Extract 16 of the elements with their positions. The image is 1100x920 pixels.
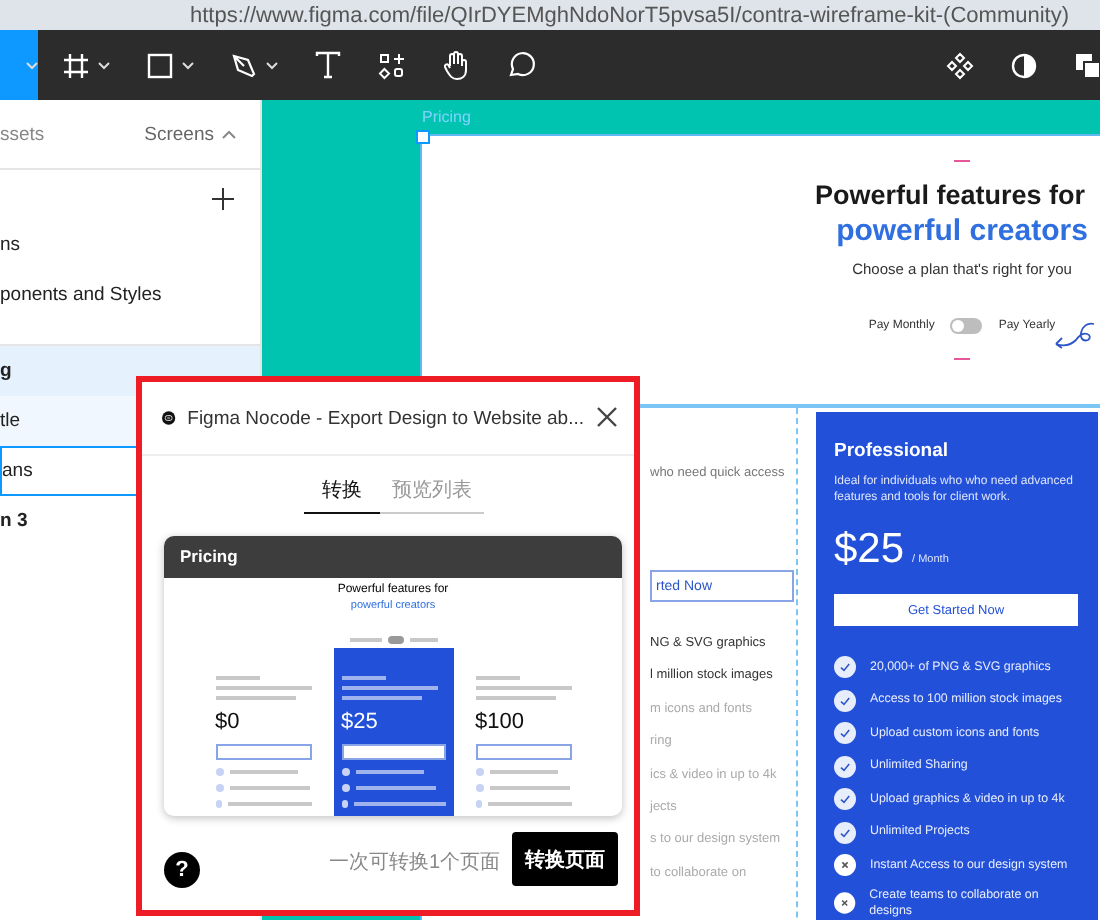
convert-button[interactable]: 转换页面: [512, 832, 618, 886]
page-limit-note: 一次可转换1个页面: [326, 849, 500, 875]
panel-tab[interactable]: Screens: [144, 123, 236, 145]
mini-price: $0: [215, 710, 242, 734]
page-item[interactable]: ponents and Styles: [0, 270, 260, 320]
preview-header: Pricing: [164, 536, 622, 578]
plan-name: Professional: [834, 440, 951, 462]
heading-text: Powerful features for: [814, 180, 1086, 210]
help-button[interactable]: ?: [164, 852, 200, 888]
panel-tab[interactable]: ssets: [0, 123, 45, 145]
mini-price: $100: [475, 710, 526, 734]
mini-price: $25: [341, 710, 380, 734]
price-text: $25: [834, 526, 905, 574]
heading-highlight-text: powerful creators: [836, 214, 1088, 248]
page-item[interactable]: ns: [0, 220, 260, 270]
dialog-tab[interactable]: 转换: [304, 470, 380, 514]
